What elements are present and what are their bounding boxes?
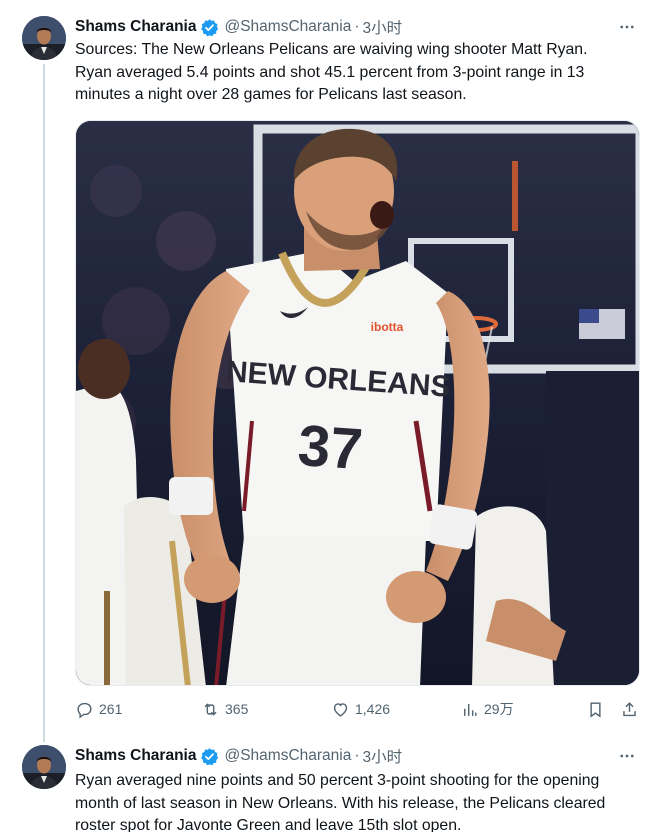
views-count: 29万 — [484, 701, 514, 717]
more-icon[interactable] — [616, 745, 638, 767]
reply-icon — [77, 702, 92, 718]
like-button[interactable]: 1,426 — [331, 697, 390, 721]
tweet-text-line: month of last season in New Orleans. Wit… — [75, 794, 606, 812]
player-celebration-photo: NEW ORLEANS 37 ibotta — [76, 121, 639, 685]
jersey-sponsor-text: ibotta — [371, 320, 404, 334]
author-handle[interactable]: @ShamsCharania — [224, 747, 351, 765]
tweet-text: Ryan averaged nine points and 50 percent… — [75, 770, 647, 832]
views-icon — [464, 703, 477, 716]
like-count: 1,426 — [355, 701, 391, 717]
tweet-text-line: Sources: The New Orleans Pelicans are wa… — [75, 41, 588, 58]
tweet[interactable]: Shams Charania @ShamsCharania · 3小时 Sour… — [0, 0, 658, 742]
jersey-number-text: 37 — [296, 413, 365, 482]
avatar[interactable] — [22, 16, 66, 60]
retweet-count: 365 — [225, 701, 249, 717]
verified-badge-icon — [200, 747, 219, 766]
retweet-icon — [204, 702, 217, 716]
tweet[interactable]: Shams Charania @ShamsCharania · 3小时 Ryan… — [0, 742, 658, 832]
author-name[interactable]: Shams Charania — [75, 18, 196, 36]
tweet-actions: 261 365 1,426 29万 — [75, 697, 643, 721]
tweet-text: Sources: The New Orleans Pelicans are wa… — [75, 39, 647, 107]
reply-count: 261 — [99, 701, 123, 717]
reply-button[interactable]: 261 — [75, 697, 122, 721]
more-icon[interactable] — [616, 16, 638, 38]
author-name[interactable]: Shams Charania — [75, 747, 196, 765]
tweet-header: Shams Charania @ShamsCharania · 3小时 — [75, 745, 402, 767]
tweet-text-line: minutes a night over 28 games for Pelica… — [75, 86, 467, 103]
retweet-button[interactable]: 365 — [201, 697, 248, 721]
author-handle[interactable]: @ShamsCharania — [224, 18, 351, 36]
bookmark-button[interactable] — [586, 697, 605, 721]
tweet-photo[interactable]: NEW ORLEANS 37 ibotta — [75, 120, 640, 686]
like-icon — [333, 702, 348, 717]
share-icon — [623, 701, 636, 716]
tweet-timestamp[interactable]: 3小时 — [363, 16, 403, 38]
tweet-text-line: roster spot for Javonte Green and leave … — [75, 817, 462, 832]
separator-dot: · — [354, 747, 360, 764]
bookmark-icon — [590, 701, 601, 718]
tweet-header: Shams Charania @ShamsCharania · 3小时 — [75, 16, 402, 38]
verified-badge-icon — [200, 18, 219, 37]
avatar[interactable] — [22, 745, 66, 789]
tweet-timestamp[interactable]: 3小时 — [363, 745, 403, 767]
tweet-text-line: Ryan averaged 5.4 points and shot 45.1 p… — [75, 63, 585, 81]
views-button[interactable]: 29万 — [460, 697, 514, 721]
share-button[interactable] — [620, 697, 639, 721]
separator-dot: · — [354, 18, 360, 35]
tweet-text-line: Ryan averaged nine points and 50 percent… — [75, 772, 600, 789]
